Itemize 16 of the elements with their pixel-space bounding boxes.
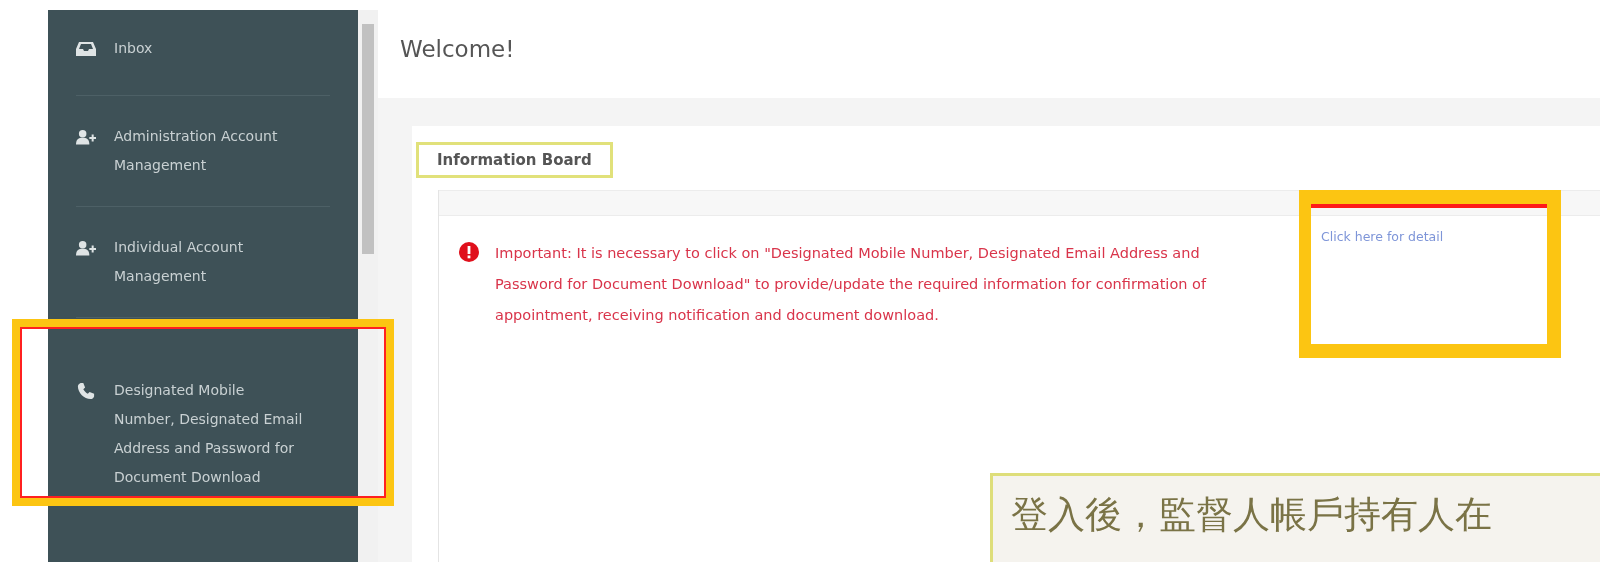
scrollbar[interactable] — [358, 10, 378, 562]
user-add-icon — [76, 128, 96, 146]
callout-text: 登入後，監督人帳戶持有人在 — [1011, 493, 1492, 536]
sidebar-item[interactable]: Individual Account Management — [76, 206, 330, 317]
sidebar-item[interactable]: Inbox — [76, 10, 330, 95]
user-add-icon — [76, 239, 96, 257]
detail-link[interactable]: Click here for detail — [1321, 229, 1444, 244]
important-notice: Important: It is necessary to click on "Designated Mobile Number, Designated Email Address and Password for Document Download" to provide/update the required information for confirmation of appointment, receiving notification and document download. — [495, 244, 1208, 325]
card-title: Information Board — [416, 142, 613, 178]
sidebar-item[interactable]: Administration Account Management — [76, 95, 330, 206]
page-title: Welcome! — [400, 36, 515, 62]
sidebar-item[interactable]: Designated Mobile Number, Designated Email Address and Password for Document Download — [76, 317, 330, 516]
phone-icon — [76, 382, 96, 400]
inbox-icon — [76, 40, 96, 58]
scrollbar-thumb[interactable] — [362, 24, 374, 254]
alert-icon — [459, 242, 479, 262]
